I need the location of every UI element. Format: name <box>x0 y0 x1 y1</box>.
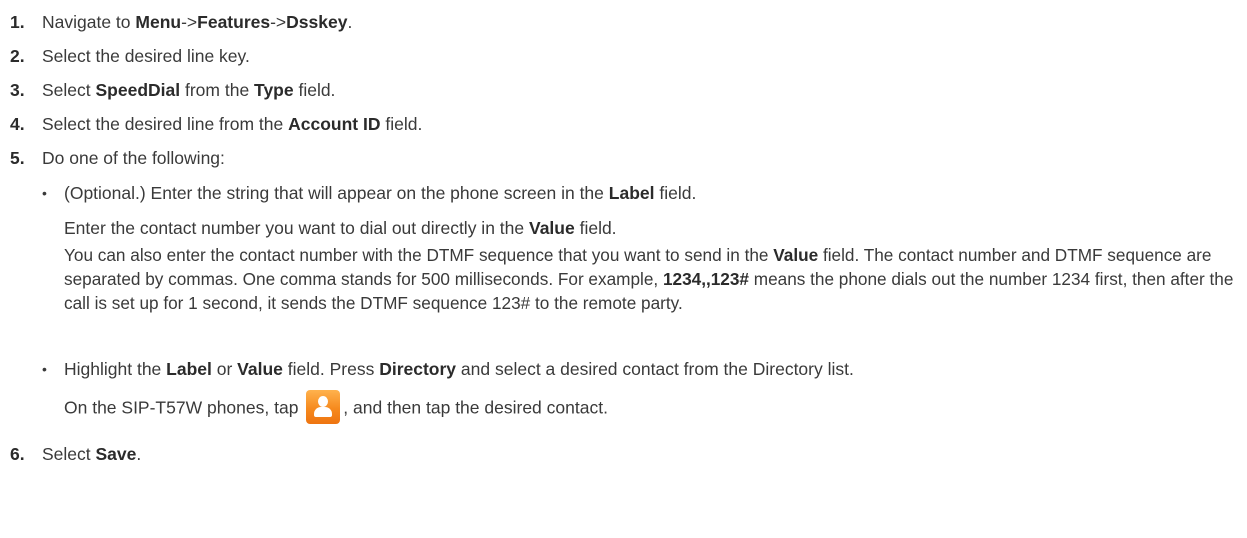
step-text: Select the desired line from the <box>42 114 289 134</box>
contact-directory-icon <box>306 390 341 424</box>
account-id-term: Account ID <box>288 114 381 134</box>
option-2-line-1: • Highlight the Label or Value field. Pre… <box>42 357 854 381</box>
option-1-dtmf-paragraph: You can also enter the contact number wi… <box>64 243 1242 315</box>
step-4: 4. Select the desired line from the Accou… <box>10 112 422 136</box>
label-term: Label <box>166 359 212 379</box>
option-text: (Optional.) Enter the string that will a… <box>64 183 609 203</box>
option-text: and select a desired contact from the Di… <box>456 359 854 379</box>
option-text: field. <box>574 218 617 238</box>
step-text: . <box>347 12 353 32</box>
step-text: Select the desired line key. <box>42 46 250 66</box>
step-number: 4. <box>10 114 25 134</box>
type-term: Type <box>254 80 294 100</box>
step-text: . <box>136 444 142 464</box>
speeddial-term: SpeedDial <box>95 80 181 100</box>
bullet-icon: • <box>42 185 47 201</box>
option-2-line-2: On the SIP-T57W phones, tap , and then t… <box>64 390 608 426</box>
bullet-icon: • <box>42 361 47 377</box>
menu-term: Menu <box>135 12 182 32</box>
step-text: Select <box>42 80 96 100</box>
directory-term: Directory <box>379 359 457 379</box>
step-number: 5. <box>10 148 25 168</box>
option-text: , and then tap the desired contact. <box>343 397 608 418</box>
step-number: 2. <box>10 46 25 66</box>
step-text: Do one of the following: <box>42 148 225 168</box>
option-text: On the SIP-T57W phones, tap <box>64 397 304 418</box>
step-text: from the <box>180 80 255 100</box>
step-text: Select <box>42 444 96 464</box>
step-3: 3. Select SpeedDial from the Type field. <box>10 78 335 102</box>
option-1-line-1: • (Optional.) Enter the string that will … <box>42 181 696 205</box>
step-5: 5. Do one of the following: <box>10 146 225 170</box>
option-text: or <box>211 359 238 379</box>
label-term: Label <box>608 183 655 203</box>
step-6: 6. Select Save. <box>10 442 141 466</box>
option-text: Highlight the <box>64 359 167 379</box>
step-1: 1. Navigate to Menu->Features->Dsskey. <box>10 10 352 34</box>
separator: -> <box>270 12 287 32</box>
option-text: field. <box>654 183 697 203</box>
step-number: 3. <box>10 80 25 100</box>
option-1-line-2: Enter the contact number you want to dia… <box>64 216 617 240</box>
separator: -> <box>181 12 198 32</box>
option-text: Enter the contact number you want to dia… <box>64 218 529 238</box>
step-text: field. <box>380 114 423 134</box>
step-2: 2. Select the desired line key. <box>10 44 250 68</box>
dtmf-example: 1234,,123# <box>662 269 749 289</box>
step-number: 1. <box>10 12 25 32</box>
step-text: Navigate to <box>42 12 136 32</box>
step-number: 6. <box>10 444 25 464</box>
option-text: You can also enter the contact number wi… <box>64 245 774 265</box>
step-text: field. <box>293 80 336 100</box>
value-term: Value <box>773 245 819 265</box>
value-term: Value <box>237 359 283 379</box>
save-term: Save <box>95 444 137 464</box>
features-term: Features <box>197 12 271 32</box>
dsskey-term: Dsskey <box>286 12 348 32</box>
option-text: field. Press <box>282 359 380 379</box>
value-term: Value <box>528 218 575 238</box>
